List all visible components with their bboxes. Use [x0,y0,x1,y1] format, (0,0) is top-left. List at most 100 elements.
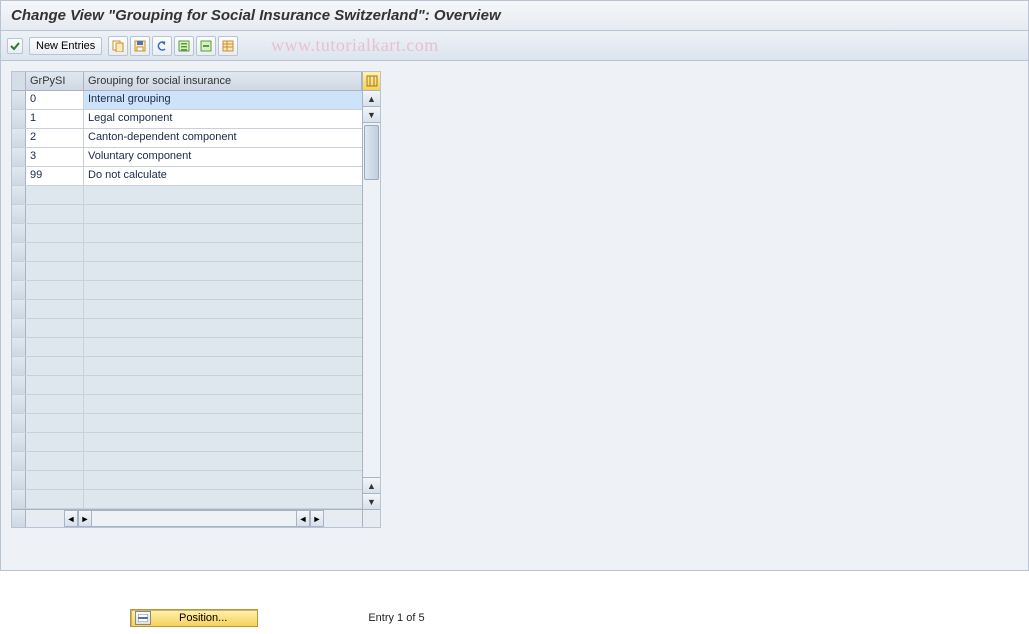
table-row-empty [12,452,362,471]
table-row-empty [12,224,362,243]
scroll-up-end-icon[interactable]: ▲ [363,477,380,493]
column-header-code[interactable]: GrPySI [26,72,84,90]
row-selector[interactable] [12,205,26,223]
row-selector[interactable] [12,357,26,375]
entry-counter: Entry 1 of 5 [368,612,424,624]
cell-code [26,471,84,489]
table-row-empty [12,414,362,433]
row-selector-header[interactable] [12,72,26,90]
row-selector[interactable] [12,262,26,280]
cell-code [26,490,84,508]
table-row-empty [12,300,362,319]
hscroll-right-icon[interactable]: ► [310,510,324,527]
cell-code [26,186,84,204]
table-row-empty [12,338,362,357]
cell-code [26,243,84,261]
hscroll-corner [12,510,26,527]
cell-text[interactable]: Canton-dependent component [84,129,362,147]
cell-text [84,376,362,394]
table-row[interactable]: 3Voluntary component [12,148,362,167]
cell-text [84,262,362,280]
row-selector[interactable] [12,490,26,508]
row-selector[interactable] [12,452,26,470]
scroll-corner [362,510,380,527]
position-label: Position... [179,612,227,624]
cell-text[interactable]: Do not calculate [84,167,362,185]
toolbar: New Entries www.tutorialkart.com [0,31,1029,61]
row-selector[interactable] [12,281,26,299]
cell-text [84,433,362,451]
deselect-all-icon[interactable] [196,36,216,56]
watermark: www.tutorialkart.com [271,35,439,56]
row-selector[interactable] [12,433,26,451]
row-selector[interactable] [12,300,26,318]
row-selector[interactable] [12,376,26,394]
vertical-scrollbar[interactable]: ▲ ▼ ▲ ▼ [362,91,380,509]
cell-code [26,224,84,242]
row-selector[interactable] [12,319,26,337]
cell-text [84,205,362,223]
row-selector[interactable] [12,91,26,109]
cell-code [26,300,84,318]
position-button[interactable]: Position... [130,609,258,627]
row-selector[interactable] [12,224,26,242]
cell-text [84,490,362,508]
new-entries-button[interactable]: New Entries [29,37,102,55]
scroll-up-icon[interactable]: ▲ [363,91,380,107]
scroll-thumb[interactable] [364,125,379,180]
table-row[interactable]: 0Internal grouping [12,91,362,110]
configure-columns-icon[interactable] [362,72,380,90]
cell-text [84,281,362,299]
table-row-empty [12,281,362,300]
row-selector[interactable] [12,148,26,166]
cell-text [84,338,362,356]
select-all-icon[interactable] [174,36,194,56]
save-floppy-icon[interactable] [130,36,150,56]
row-selector[interactable] [12,110,26,128]
row-selector[interactable] [12,471,26,489]
row-selector[interactable] [12,414,26,432]
cell-code [26,433,84,451]
table-settings-icon[interactable] [218,36,238,56]
cell-text [84,300,362,318]
hscroll-left-icon[interactable]: ◄ [64,510,78,527]
cell-code[interactable]: 3 [26,148,84,166]
row-selector[interactable] [12,167,26,185]
cell-code[interactable]: 99 [26,167,84,185]
save-check-icon[interactable] [7,38,23,54]
hscroll-right-step-icon[interactable]: ► [78,510,92,527]
cell-text [84,357,362,375]
cell-code [26,205,84,223]
cell-code [26,395,84,413]
cell-code[interactable]: 1 [26,110,84,128]
row-selector[interactable] [12,395,26,413]
main-area: GrPySI Grouping for social insurance 0In… [0,61,1029,571]
row-selector[interactable] [12,186,26,204]
cell-code[interactable]: 0 [26,91,84,109]
scroll-down-icon[interactable]: ▼ [363,493,380,509]
row-selector[interactable] [12,129,26,147]
cell-text[interactable]: Internal grouping [84,91,362,109]
table-row[interactable]: 99Do not calculate [12,167,362,186]
hscroll-track[interactable] [92,510,296,527]
hscroll-left-end-icon[interactable]: ◄ [296,510,310,527]
table-row[interactable]: 2Canton-dependent component [12,129,362,148]
table-row-empty [12,471,362,490]
horizontal-scrollbar: ◄ ► ◄ ► [12,509,380,527]
row-selector[interactable] [12,338,26,356]
undo-icon[interactable] [152,36,172,56]
cell-text[interactable]: Legal component [84,110,362,128]
cell-code[interactable]: 2 [26,129,84,147]
page-title: Change View "Grouping for Social Insuran… [11,7,501,24]
cell-code [26,262,84,280]
cell-text [84,319,362,337]
copy-icon[interactable] [108,36,128,56]
scroll-down-step-icon[interactable]: ▼ [363,107,380,123]
cell-text[interactable]: Voluntary component [84,148,362,166]
table-row-empty [12,490,362,509]
table-row[interactable]: 1Legal component [12,110,362,129]
scroll-track[interactable] [363,123,380,477]
column-header-text[interactable]: Grouping for social insurance [84,72,362,90]
cell-text [84,395,362,413]
row-selector[interactable] [12,243,26,261]
